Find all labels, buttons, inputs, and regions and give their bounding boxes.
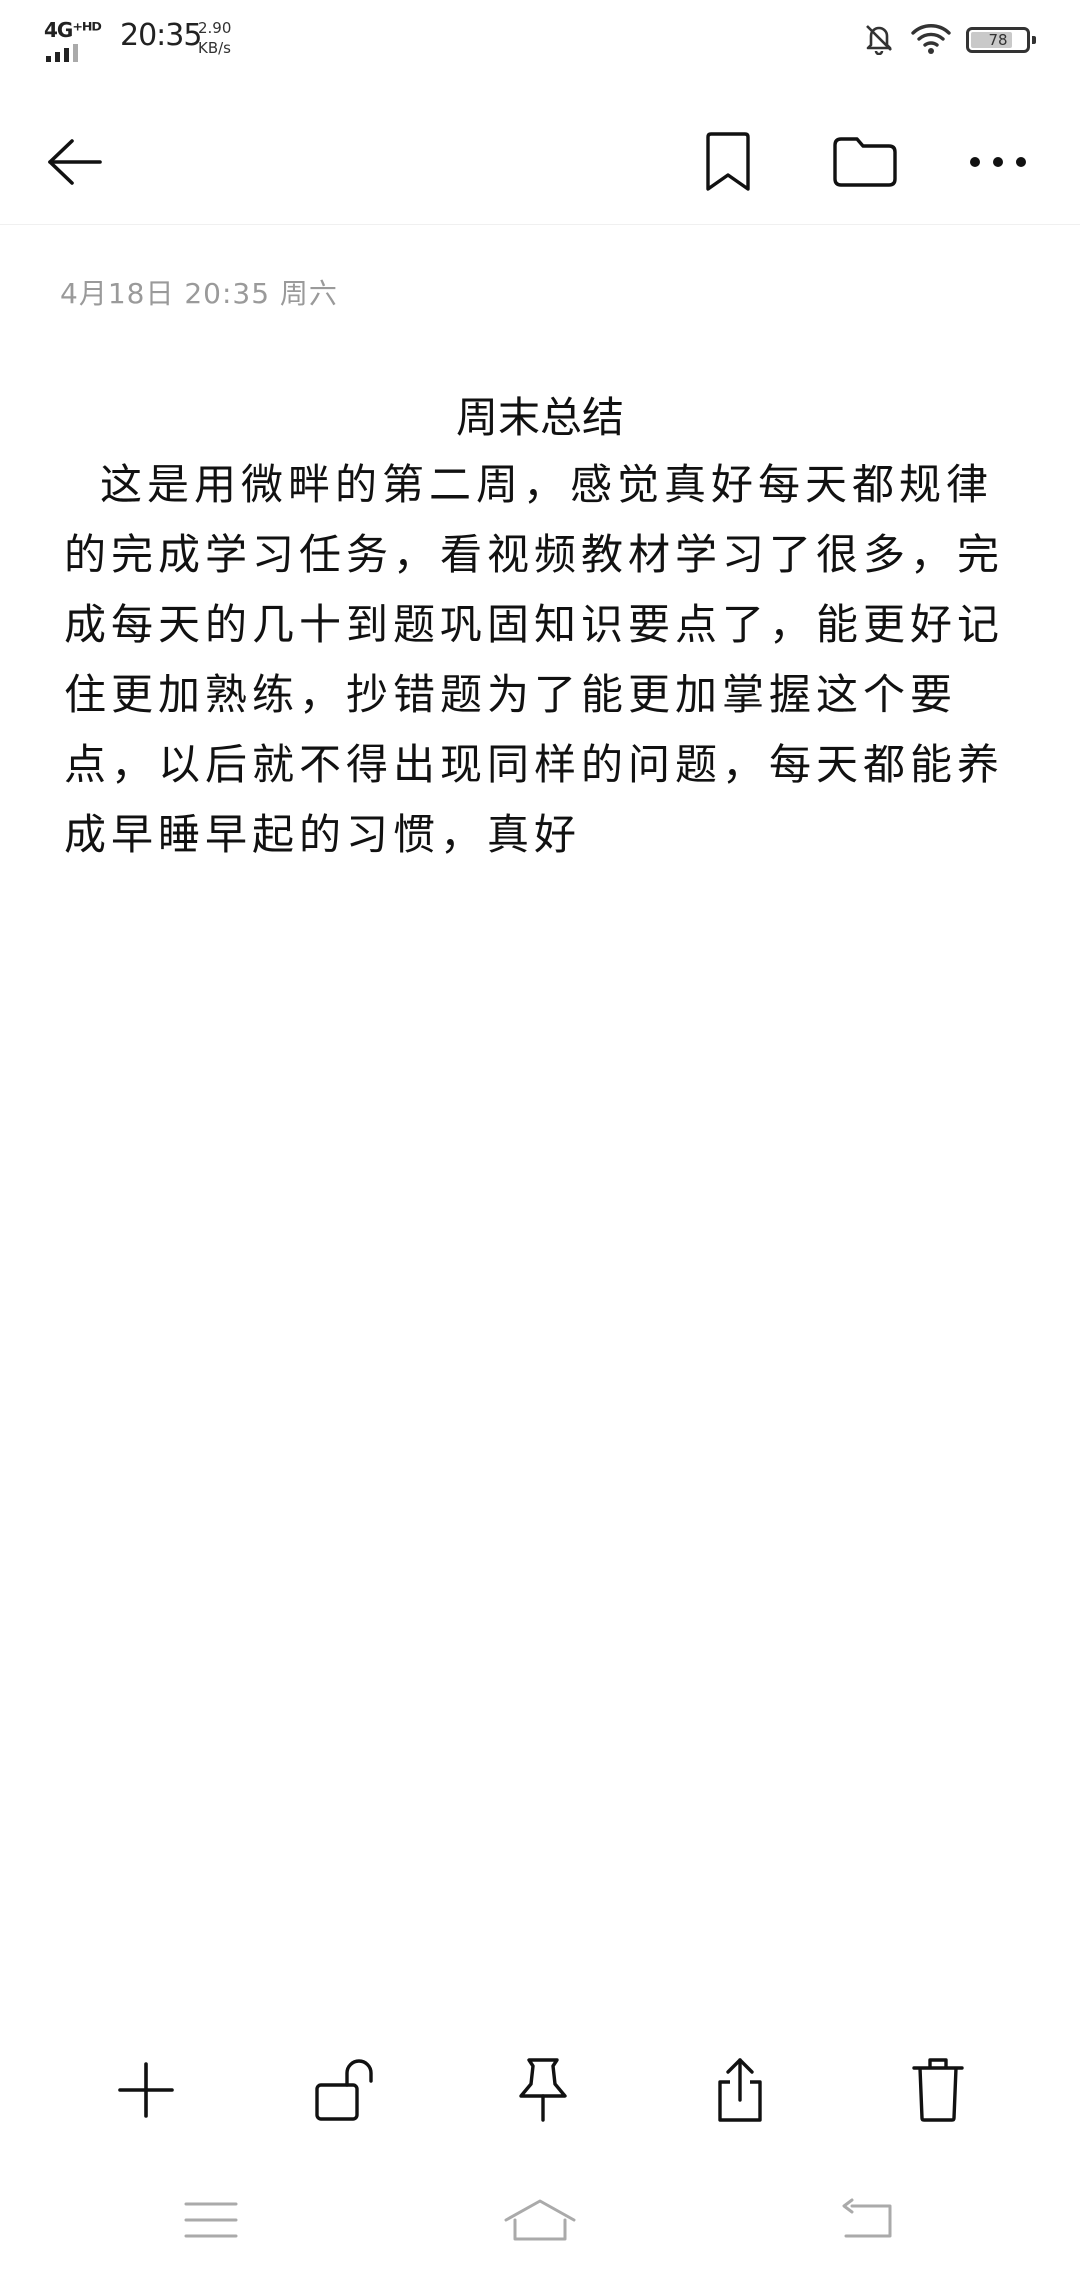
wifi-icon (910, 21, 952, 59)
plus-icon (116, 2060, 176, 2120)
lock-button[interactable] (304, 2050, 384, 2130)
add-button[interactable] (106, 2050, 186, 2130)
nav-home-button[interactable] (498, 2190, 582, 2250)
bottom-action-bar (0, 2040, 1080, 2140)
signal-icon (46, 44, 78, 62)
delete-button[interactable] (898, 2050, 978, 2130)
share-button[interactable] (700, 2050, 780, 2130)
pin-button[interactable] (503, 2050, 583, 2130)
note-meta: 4月18日 20:35 周六 (60, 277, 338, 310)
status-bar: 4G⁺ᴴᴰ 20:35 2.90 KB/s 78 (0, 0, 1080, 80)
status-right-group: 78 (862, 20, 1036, 60)
network-speed: 2.90 KB/s (198, 18, 231, 58)
home-icon (503, 2198, 577, 2242)
battery-level: 78 (988, 31, 1008, 49)
bookmark-icon (702, 131, 754, 193)
menu-icon (184, 2200, 238, 2240)
bookmark-button[interactable] (688, 126, 768, 198)
back-button[interactable] (36, 126, 112, 198)
share-icon (712, 2056, 768, 2124)
back-icon (840, 2198, 894, 2242)
system-nav-bar (0, 2170, 1080, 2270)
note-body[interactable]: 这是用微畔的第二周，感觉真好每天都规律的完成学习任务，看视频教材学习了很多，完成… (64, 450, 1024, 870)
network-type: 4G⁺ᴴᴰ (44, 18, 102, 42)
status-time: 20:35 (120, 18, 202, 53)
battery-icon: 78 (966, 27, 1036, 53)
unlock-icon (313, 2057, 375, 2123)
folder-icon (831, 135, 899, 189)
nav-back-button[interactable] (830, 2190, 904, 2250)
more-button[interactable] (960, 126, 1036, 198)
network-speed-value: 2.90 (198, 19, 232, 37)
bell-off-icon (862, 21, 896, 59)
note-title[interactable]: 周末总结 (0, 384, 1080, 445)
network-indicator: 4G⁺ᴴᴰ (44, 18, 112, 62)
network-speed-unit: KB/s (198, 39, 231, 57)
nav-menu-button[interactable] (174, 2190, 248, 2250)
top-toolbar (0, 100, 1080, 225)
trash-icon (910, 2056, 966, 2124)
pin-icon (515, 2056, 571, 2124)
arrow-left-icon (44, 137, 104, 187)
folder-button[interactable] (820, 126, 910, 198)
more-icon (968, 155, 1028, 169)
